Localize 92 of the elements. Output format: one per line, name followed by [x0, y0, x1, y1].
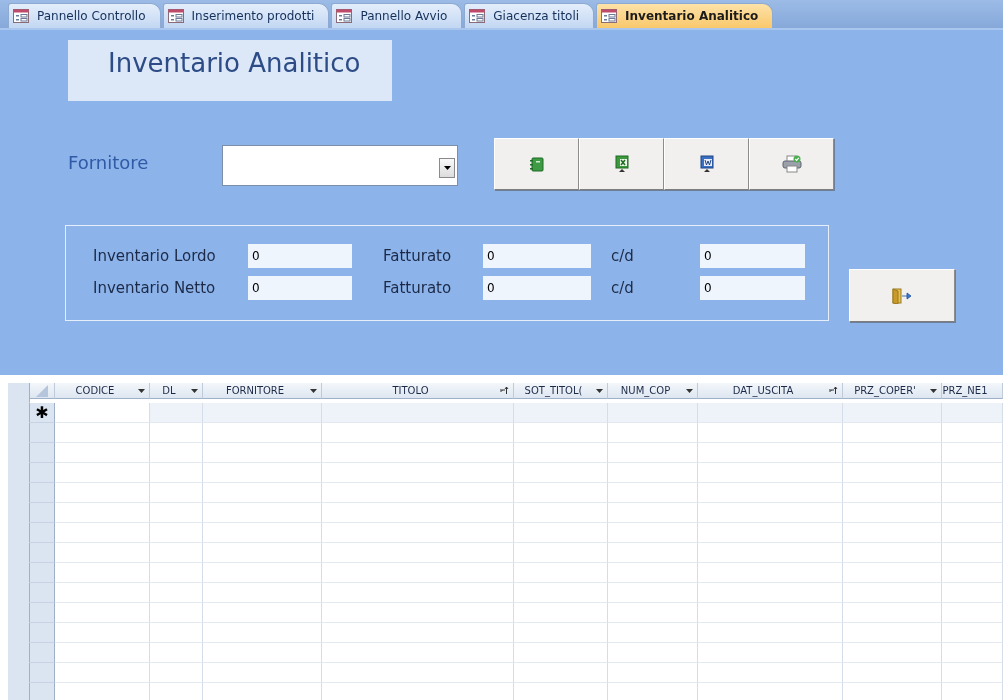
form-title: Inventario Analitico	[68, 40, 392, 101]
tab[interactable]: Pannello Controllo	[8, 3, 161, 28]
value-field[interactable]: 0	[483, 276, 591, 300]
column-header[interactable]: SOT_TITOL(	[514, 383, 608, 399]
table-cell	[942, 443, 1003, 463]
table-cell	[150, 483, 203, 503]
record-selector[interactable]	[30, 543, 55, 563]
table-cell	[942, 603, 1003, 623]
value-field[interactable]: 0	[700, 276, 805, 300]
exit-button[interactable]	[849, 269, 955, 322]
toolbar-button[interactable]	[664, 138, 749, 190]
table-cell	[942, 523, 1003, 543]
table-cell	[150, 443, 203, 463]
record-selector[interactable]	[30, 563, 55, 583]
form-icon	[469, 9, 486, 23]
table-cell	[942, 663, 1003, 683]
select-all-icon[interactable]	[36, 384, 48, 397]
field-label: Fornitore	[68, 151, 150, 173]
exit-door-icon	[892, 287, 912, 304]
form-icon	[336, 9, 353, 23]
value-field[interactable]: 0	[248, 244, 352, 268]
record-selector[interactable]	[30, 463, 55, 483]
table-cell	[150, 423, 203, 443]
printer-icon	[781, 155, 802, 173]
table-cell	[150, 623, 203, 643]
field-label: c/d	[611, 279, 635, 297]
record-selector[interactable]	[30, 643, 55, 663]
column-header[interactable]: DAT_USCITA	[698, 383, 843, 399]
column-header[interactable]: NUM_COP	[608, 383, 698, 399]
table-cell	[150, 563, 203, 583]
spreadsheet-export-icon	[613, 155, 630, 173]
supplier-combo-box[interactable]	[222, 145, 458, 186]
form-icon	[13, 9, 29, 23]
table-cell	[150, 523, 203, 543]
table-cell	[150, 603, 203, 623]
record-selector[interactable]	[30, 583, 55, 603]
value-field[interactable]: 0	[700, 244, 805, 268]
table-cell	[942, 583, 1003, 603]
table-corner[interactable]	[30, 383, 55, 399]
record-selector[interactable]	[30, 663, 55, 683]
table-cell	[150, 503, 203, 523]
tab[interactable]: Pannello Avvio	[331, 3, 463, 28]
value-field[interactable]: 0	[248, 276, 352, 300]
record-selector[interactable]	[30, 483, 55, 503]
table-cell	[150, 663, 203, 683]
margin-strip	[8, 683, 30, 700]
column-header[interactable]: FORNITORE	[203, 383, 322, 399]
column-header[interactable]: PRZ_NE1	[942, 383, 1003, 399]
tab[interactable]: Inserimento prodotti	[162, 3, 330, 28]
table-cell	[942, 463, 1003, 483]
column-header[interactable]: PRZ_COPER'	[843, 383, 942, 399]
notebook-icon	[529, 156, 544, 172]
table-cell	[150, 463, 203, 483]
margin-strip	[8, 383, 30, 403]
form-icon	[601, 9, 618, 23]
field-label: Inventario Netto	[93, 279, 217, 297]
field-label: Inventario Lordo	[93, 247, 217, 265]
document-export-icon	[698, 155, 715, 173]
table-cell	[150, 643, 203, 663]
table-cell	[942, 643, 1003, 663]
tab[interactable]: Giacenza titoli	[464, 3, 595, 28]
tab[interactable]: Inventario Analitico	[596, 3, 774, 28]
table-cell	[942, 423, 1003, 443]
record-selector[interactable]	[30, 443, 55, 463]
new-record-marker: ✱	[30, 403, 55, 423]
record-selector[interactable]	[30, 423, 55, 443]
table-cell	[150, 403, 203, 423]
table-cell	[942, 483, 1003, 503]
record-selector[interactable]	[30, 503, 55, 523]
table-cell	[942, 503, 1003, 523]
toolbar-button[interactable]	[749, 138, 834, 190]
column-header[interactable]: TITOLO	[322, 383, 514, 399]
dropdown-arrow-icon	[443, 166, 451, 170]
table-cell	[150, 543, 203, 563]
table-cell	[150, 583, 203, 603]
toolbar-button[interactable]	[579, 138, 664, 190]
table-cell	[942, 403, 1003, 423]
toolbar-button[interactable]	[494, 138, 579, 190]
record-selector[interactable]	[30, 603, 55, 623]
table-cell	[942, 563, 1003, 583]
table-cell	[942, 623, 1003, 643]
form-icon	[167, 9, 184, 23]
column-header[interactable]: DL	[150, 383, 203, 399]
record-selector[interactable]	[30, 623, 55, 643]
value-field[interactable]: 0	[483, 244, 591, 268]
field-label: c/d	[611, 247, 635, 265]
field-label: Fatturato	[383, 279, 453, 297]
record-selector[interactable]	[30, 683, 55, 700]
field-label: Fatturato	[383, 247, 453, 265]
column-header[interactable]: CODICE	[55, 383, 150, 399]
table-cell	[942, 543, 1003, 563]
record-selector[interactable]	[30, 523, 55, 543]
